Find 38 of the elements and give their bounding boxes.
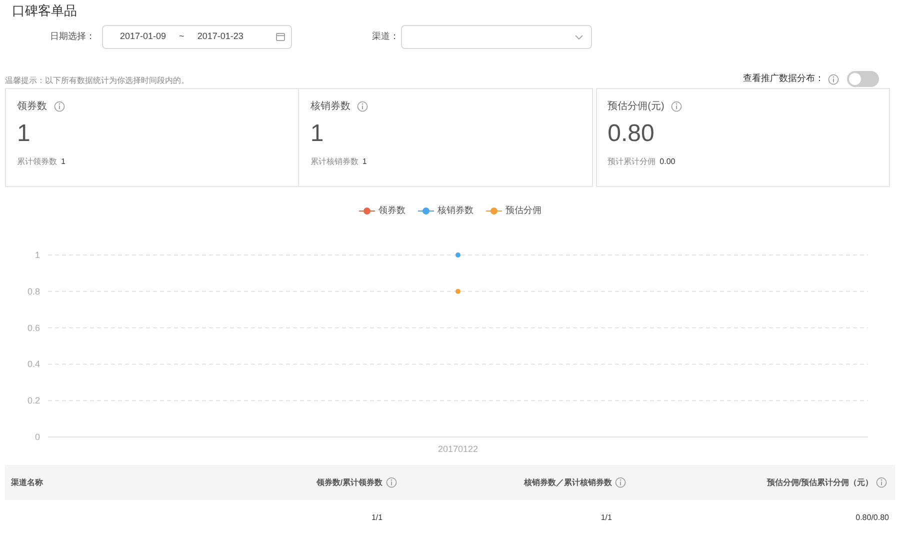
card-value: 1 xyxy=(17,120,32,148)
card-value: 0.80 xyxy=(608,120,656,148)
column-header: 预估分佣/预估累计分佣（元） xyxy=(766,476,873,488)
card-sub-label: 预计累计分佣 xyxy=(608,156,656,168)
channel-label: 渠道： xyxy=(372,30,399,44)
card-sub-value: 1 xyxy=(362,156,367,168)
x-tick-label: 20170122 xyxy=(438,444,478,454)
y-tick-label: 0 xyxy=(34,432,40,442)
page-title: 口碑客单品 xyxy=(12,2,78,20)
table-cell: 1/1 xyxy=(600,513,612,522)
card-value: 1 xyxy=(310,120,325,148)
date-label: 日期选择： xyxy=(50,30,96,44)
card-sub-value: 1 xyxy=(61,156,66,168)
y-tick-label: 0.4 xyxy=(27,359,40,370)
promo-toggle-label: 查看推广数据分布： xyxy=(743,72,824,86)
column-header: 渠道名称 xyxy=(11,476,43,488)
column-header: 领券数/累计领券数 xyxy=(316,476,383,488)
start-date: 2017-01-09 xyxy=(120,30,166,44)
card-sub-label: 累计领券数 xyxy=(17,156,57,168)
hint-text: 温馨提示：以下所有数据统计为你选择时间段内的。 xyxy=(5,75,189,87)
card-title: 核销券数 xyxy=(310,100,350,114)
card-sub-label: 累计核销券数 xyxy=(310,156,358,168)
column-header: 核销券数／累计核销券数 xyxy=(524,476,612,488)
y-tick-label: 0.2 xyxy=(27,396,40,406)
y-tick-label: 1 xyxy=(34,250,40,260)
date-separator: ~ xyxy=(179,30,184,44)
end-date: 2017-01-23 xyxy=(197,30,244,44)
legend-label: 领券数 xyxy=(378,204,406,218)
card-title: 领券数 xyxy=(17,100,47,114)
legend-label: 预估分佣 xyxy=(506,204,542,218)
table-cell: 1/1 xyxy=(371,513,383,522)
card-title: 预估分佣(元) xyxy=(608,100,664,114)
table-cell: 0.80/0.80 xyxy=(856,513,889,522)
y-tick-label: 0.8 xyxy=(27,286,40,296)
card-sub-value: 0.00 xyxy=(660,156,676,168)
y-tick-label: 0.6 xyxy=(27,322,40,333)
date-range-field[interactable]: 2017-01-09 ~ 2017-01-23 xyxy=(102,25,292,49)
legend-label: 核销券数 xyxy=(438,204,474,218)
